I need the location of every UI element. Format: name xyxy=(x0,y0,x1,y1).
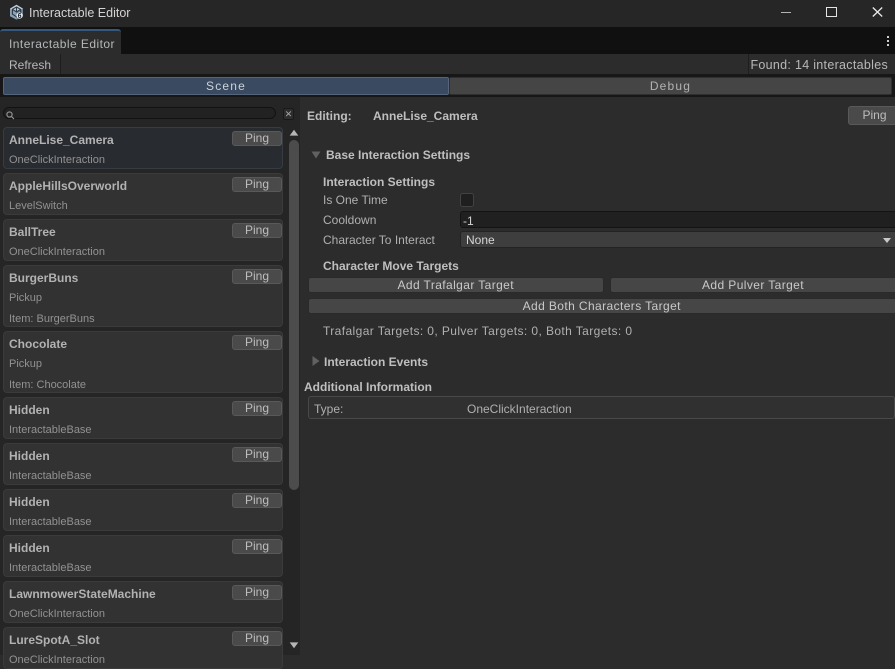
svg-text:6: 6 xyxy=(18,13,22,20)
